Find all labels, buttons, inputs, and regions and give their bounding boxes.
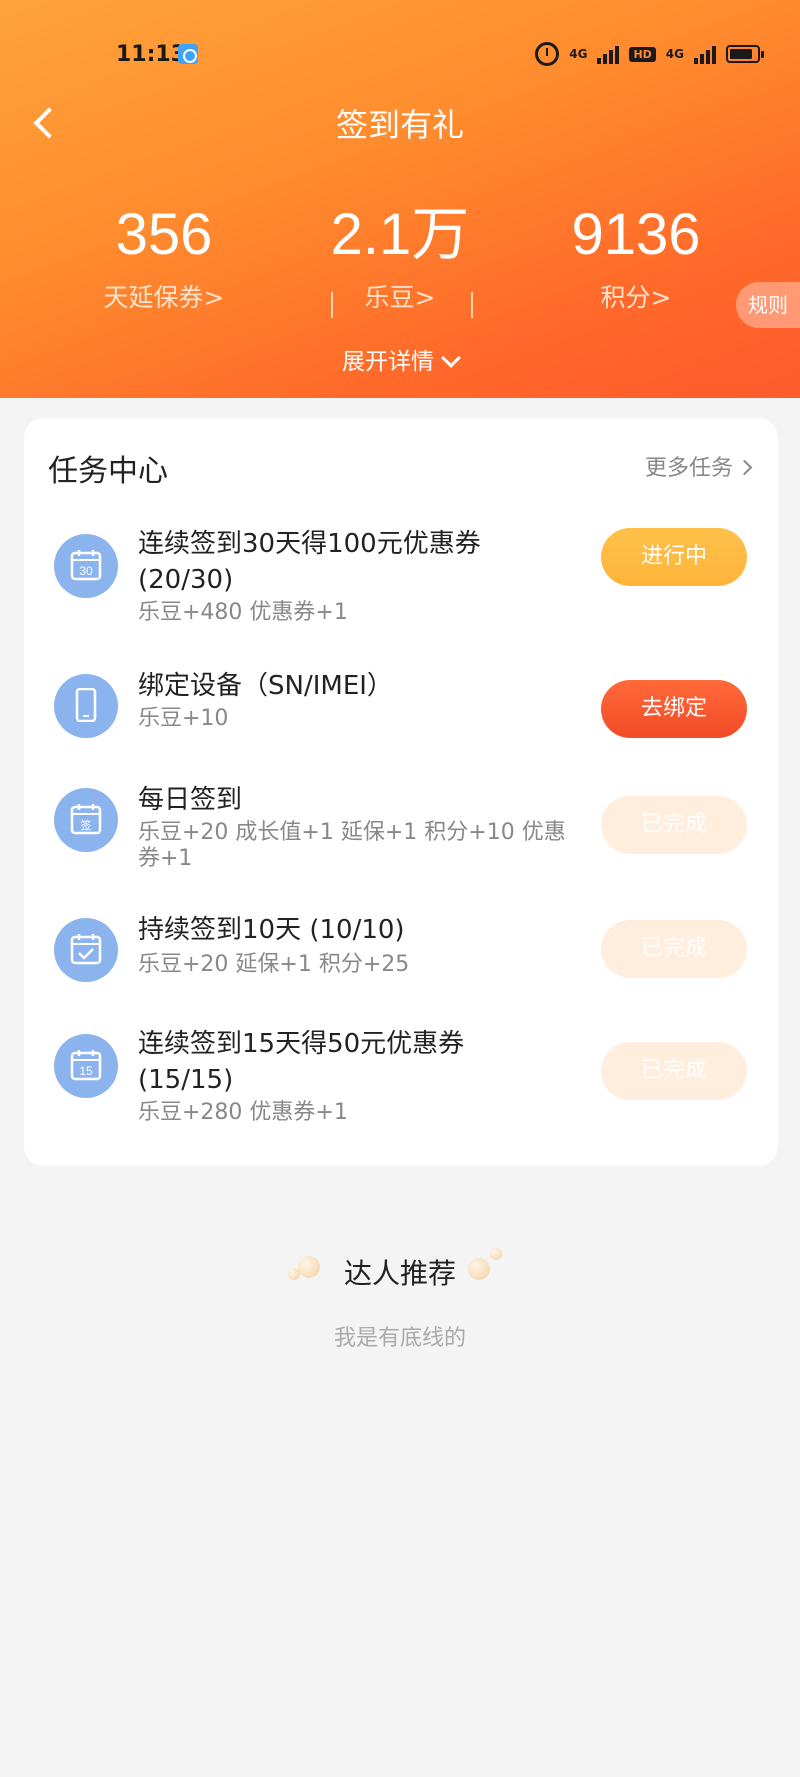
- signal-icon-2: [694, 44, 716, 64]
- task-title: 连续签到15天得50元优惠券 (15/15): [138, 1029, 465, 1095]
- task-status-button[interactable]: 已完成: [601, 796, 747, 854]
- stat-warranty[interactable]: 356 天延保券>: [44, 200, 284, 314]
- task-title: 每日签到: [138, 785, 243, 815]
- expand-details[interactable]: 展开详情: [0, 342, 800, 376]
- task-status-button[interactable]: 进行中: [601, 528, 747, 586]
- calendar-30-icon: 30: [54, 534, 118, 598]
- app-notification-icon: [178, 44, 198, 64]
- svg-text:15: 15: [79, 1064, 93, 1078]
- header-banner: 11:13 4G HD 4G 签到有礼 356 天延保券> 2.1万 乐豆> 9…: [0, 0, 800, 398]
- expand-details-label: 展开详情: [342, 349, 434, 375]
- network-label-1: 4G: [569, 47, 588, 61]
- svg-text:30: 30: [79, 564, 93, 578]
- stat-ledou-label: 乐豆>: [364, 283, 436, 312]
- stat-points-label: 积分>: [600, 283, 672, 312]
- task-center-title: 任务中心: [48, 454, 168, 489]
- end-of-list-text: 我是有底线的: [333, 1326, 466, 1351]
- status-indicators: 4G HD 4G: [535, 42, 764, 66]
- more-tasks-label: 更多任务: [644, 456, 733, 481]
- task-title: 持续签到10天 (10/10): [138, 915, 405, 945]
- stat-divider: [331, 292, 333, 318]
- battery-icon: [726, 45, 764, 63]
- task-status-button[interactable]: 已完成: [601, 920, 747, 978]
- stat-divider: [471, 292, 473, 318]
- bubble-decoration: [490, 1248, 502, 1260]
- rules-button[interactable]: 规则: [736, 282, 800, 328]
- chevron-right-icon: [736, 459, 753, 476]
- stat-warranty-value: 356: [115, 202, 213, 267]
- task-title: 连续签到30天得100元优惠券 (20/30): [138, 529, 481, 595]
- stat-points-value: 9136: [571, 202, 701, 267]
- status-time: 11:13: [116, 42, 187, 67]
- stat-ledou-value: 2.1万: [330, 202, 470, 267]
- task-reward: 乐豆+10: [138, 706, 229, 731]
- hd-badge: HD: [629, 46, 656, 62]
- more-tasks-link[interactable]: 更多任务: [644, 450, 753, 482]
- alarm-icon: [535, 42, 560, 66]
- task-reward: 乐豆+20 延保+1 积分+25: [138, 952, 410, 977]
- task-title: 绑定设备（SN/IMEI）: [138, 671, 393, 701]
- stats-row: 356 天延保券> 2.1万 乐豆> 9136 积分>: [0, 200, 800, 330]
- chevron-down-icon: [441, 348, 461, 368]
- task-status-button[interactable]: 已完成: [601, 1042, 747, 1100]
- task-reward: 乐豆+20 成长值+1 延保+1 积分+10 优惠券+1: [138, 820, 566, 871]
- status-bar: 11:13 4G HD 4G: [0, 38, 800, 72]
- signal-icon: [597, 44, 620, 64]
- svg-text:签: 签: [81, 818, 92, 832]
- page-title: 签到有礼: [335, 106, 464, 144]
- stat-warranty-label: 天延保券>: [103, 283, 225, 312]
- bubble-decoration: [468, 1258, 490, 1280]
- task-reward: 乐豆+480 优惠券+1: [138, 600, 348, 625]
- calendar-15-icon: 15: [54, 1034, 118, 1098]
- bind-device-button[interactable]: 去绑定: [601, 680, 747, 738]
- recommend-section: 达人推荐 我是有底线的: [0, 1248, 800, 1352]
- recommend-title: 达人推荐: [343, 1257, 456, 1290]
- calendar-check-icon: [54, 918, 118, 982]
- phone-icon: [54, 674, 118, 738]
- task-reward: 乐豆+280 优惠券+1: [138, 1100, 348, 1125]
- bubble-decoration: [297, 1256, 320, 1278]
- task-center-card: 任务中心 更多任务 30 连续签到30天得100元优惠券 (20/30) 乐豆+…: [24, 418, 778, 1166]
- bubble-decoration: [287, 1268, 300, 1280]
- stat-points[interactable]: 9136 积分>: [516, 200, 756, 314]
- recommend-title-wrap: 达人推荐: [287, 1248, 502, 1292]
- stat-ledou[interactable]: 2.1万 乐豆>: [280, 200, 520, 314]
- calendar-sign-icon: 签: [54, 788, 118, 852]
- network-label-2: 4G: [665, 47, 684, 61]
